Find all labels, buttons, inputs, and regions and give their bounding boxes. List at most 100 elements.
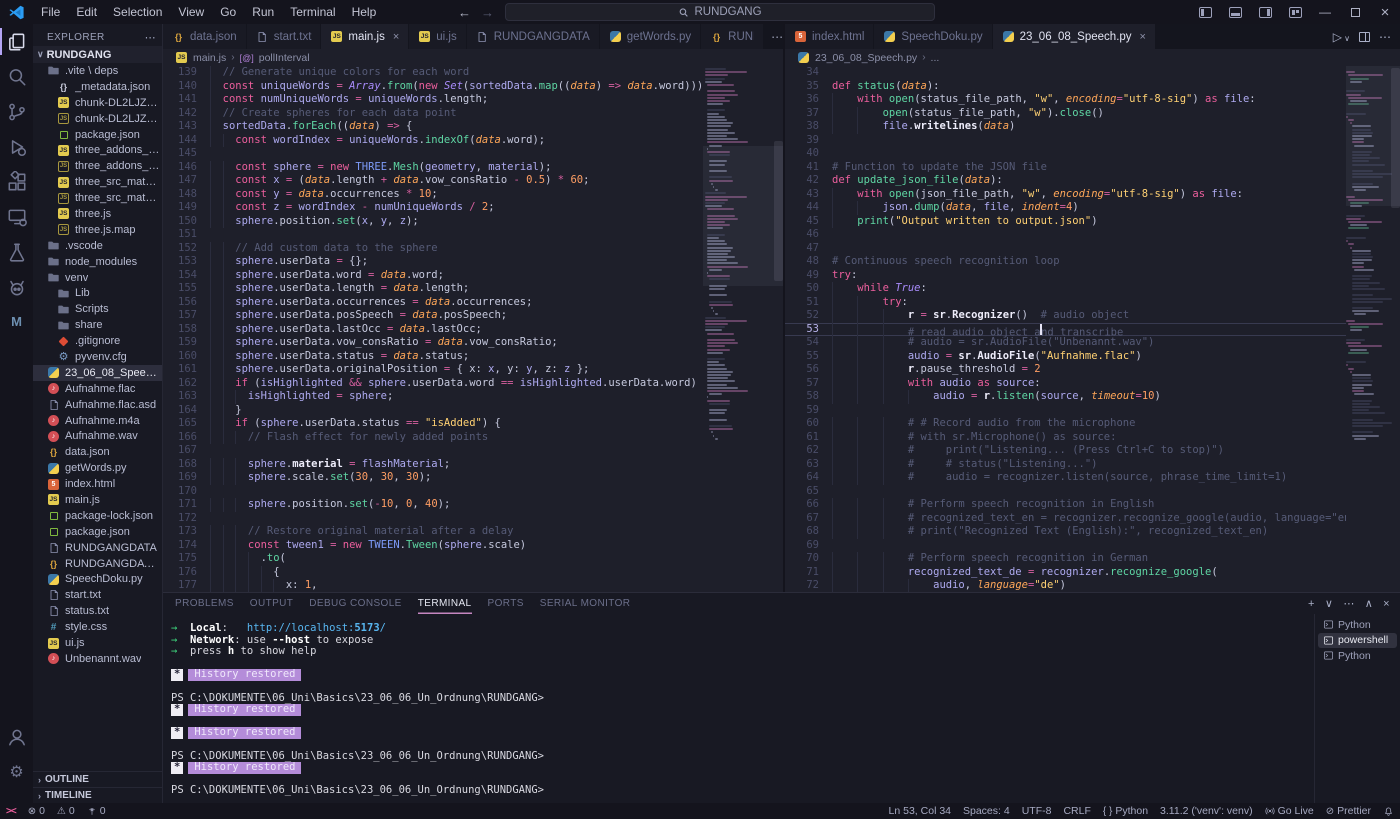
status-python[interactable]: { }Python	[1097, 803, 1154, 819]
status-0[interactable]: 0	[81, 803, 112, 819]
explorer-file-row[interactable]: package.json	[33, 127, 162, 143]
code-line[interactable]: 58audio = r.listen(source, timeout=10)	[785, 390, 1346, 404]
explorer-file-row[interactable]: JSmain.js	[33, 492, 162, 508]
minimize-button[interactable]: —	[1310, 0, 1340, 24]
code-line[interactable]: 142// Create spheres for each data point	[163, 107, 703, 121]
status-ln-53-col-34[interactable]: Ln 53, Col 34	[883, 803, 957, 819]
activity-m-extension[interactable]: M	[0, 304, 33, 339]
breadcrumb[interactable]: JSmain.js›[@]pollInterval	[163, 49, 783, 66]
code-line[interactable]: 147const x = (data.length + data.vow_con…	[163, 174, 703, 188]
code-line[interactable]: 172	[163, 512, 703, 526]
menu-view[interactable]: View	[170, 0, 212, 24]
terminal-output[interactable]: → Local: http://localhost:5173/→ Network…	[163, 614, 1314, 803]
code-line[interactable]: 46	[785, 228, 1346, 242]
explorer-file-row[interactable]: JSthree_src_math_Mat...	[33, 190, 162, 206]
breadcrumb[interactable]: 23_06_08_Speech.py›...	[785, 49, 1400, 66]
explorer-file-row[interactable]: JSthree.js	[33, 206, 162, 222]
more-actions-icon[interactable]: ⋯	[1379, 30, 1391, 44]
code-line[interactable]: 165if (sphere.userData.status == "isAdde…	[163, 417, 703, 431]
code-line[interactable]: 55audio = sr.AudioFile("Aufnahme.flac")	[785, 350, 1346, 364]
code-line[interactable]: 156sphere.userData.occurrences = data.oc…	[163, 296, 703, 310]
menu-go[interactable]: Go	[212, 0, 244, 24]
code-line[interactable]: 162if (isHighlighted && sphere.userData.…	[163, 377, 703, 391]
code-line[interactable]: 173// Restore original material after a …	[163, 525, 703, 539]
forward-arrow-icon[interactable]: →	[481, 5, 494, 20]
code-line[interactable]: 43with open(json_file_path, "w", encodin…	[785, 188, 1346, 202]
split-editor-icon[interactable]	[1359, 32, 1370, 42]
activity-search[interactable]	[0, 59, 33, 94]
menu-file[interactable]: File	[33, 0, 68, 24]
status-go-live[interactable]: Go Live	[1259, 803, 1320, 819]
status-bell[interactable]	[1377, 803, 1400, 819]
layout-panel-button[interactable]	[1220, 0, 1250, 24]
code-line[interactable]: 158sphere.userData.lastOcc = data.lastOc…	[163, 323, 703, 337]
explorer-file-row[interactable]: JSthree.js.map	[33, 222, 162, 238]
close-icon[interactable]: ×	[1140, 31, 1146, 43]
explorer-file-row[interactable]: JSthree_addons_contr...	[33, 142, 162, 158]
new-terminal-icon[interactable]: +	[1308, 598, 1315, 610]
activity-run-debug[interactable]	[0, 129, 33, 164]
explorer-file-row[interactable]: Aufnahme.flac.asd	[33, 397, 162, 413]
scrollbar-thumb[interactable]	[1391, 68, 1400, 208]
explorer-file-row[interactable]: JSthree_addons_contr...	[33, 158, 162, 174]
code-line[interactable]: 140const uniqueWords = Array.from(new Se…	[163, 80, 703, 94]
terminal-list-item[interactable]: Python	[1318, 648, 1397, 664]
activity-settings[interactable]: ⚙	[0, 754, 33, 789]
explorer-file-row[interactable]: .vscode	[33, 238, 162, 254]
code-line[interactable]: 59	[785, 404, 1346, 418]
status-remote[interactable]: ><	[0, 803, 22, 819]
tab-main.js[interactable]: JSmain.js×	[321, 24, 409, 49]
layout-grid-button[interactable]	[1280, 0, 1310, 24]
explorer-file-row[interactable]: package.json	[33, 524, 162, 540]
code-line[interactable]: 155sphere.userData.length = data.length;	[163, 282, 703, 296]
code-line[interactable]: 34	[785, 66, 1346, 80]
code-line[interactable]: 72audio, language="de")	[785, 579, 1346, 592]
code-line[interactable]: 68# print("Recognized Text (English):", …	[785, 525, 1346, 539]
explorer-file-row[interactable]: {}RUNDGANGDATA.json	[33, 556, 162, 572]
code-line[interactable]: 163isHighlighted = sphere;	[163, 390, 703, 404]
code-line[interactable]: 60# # Record audio from the microphone	[785, 417, 1346, 431]
code-line[interactable]: 159sphere.userData.vow_consRatio = data.…	[163, 336, 703, 350]
code-line[interactable]: 146const sphere = new THREE.Mesh(geometr…	[163, 161, 703, 175]
activity-source-control[interactable]	[0, 94, 33, 129]
explorer-file-row[interactable]: {}data.json	[33, 444, 162, 460]
explorer-file-row[interactable]: #style.css	[33, 619, 162, 635]
terminal-list-item[interactable]: Python	[1318, 617, 1397, 633]
explorer-file-row[interactable]: Lib	[33, 285, 162, 301]
explorer-file-row[interactable]: venv	[33, 270, 162, 286]
explorer-file-row[interactable]: JSchunk-DL2LJZVB.js....	[33, 111, 162, 127]
explorer-file-row[interactable]: ♪Unbenannt.wav	[33, 651, 162, 667]
more-icon[interactable]: ⋯	[1343, 597, 1354, 610]
maximize-icon[interactable]: ∧	[1365, 597, 1373, 610]
menu-selection[interactable]: Selection	[105, 0, 170, 24]
explorer-file-row[interactable]: {}_metadata.json	[33, 79, 162, 95]
code-editor[interactable]: 3435def status(data):36with open(status_…	[785, 66, 1400, 592]
panel-tab-debug-console[interactable]: DEBUG CONSOLE	[309, 593, 401, 614]
code-line[interactable]: 41# Function to update the JSON file	[785, 161, 1346, 175]
restore-button[interactable]	[1340, 0, 1370, 24]
code-line[interactable]: 44json.dump(data, file, indent=4)	[785, 201, 1346, 215]
tab-23_06_08_Speech.py[interactable]: 23_06_08_Speech.py×	[993, 24, 1156, 49]
tab-ui.js[interactable]: JSui.js	[409, 24, 466, 49]
code-line[interactable]: 49try:	[785, 269, 1346, 283]
explorer-file-row[interactable]: ♪Aufnahme.m4a	[33, 413, 162, 429]
code-line[interactable]: 150sphere.position.set(x, y, z);	[163, 215, 703, 229]
explorer-file-row[interactable]: ⚙pyvenv.cfg	[33, 349, 162, 365]
explorer-file-row[interactable]: status.txt	[33, 603, 162, 619]
breadcrumb-symbol[interactable]: ...	[931, 52, 940, 64]
code-line[interactable]: 40	[785, 147, 1346, 161]
code-line[interactable]: 169sphere.scale.set(30, 30, 30);	[163, 471, 703, 485]
code-line[interactable]: 70# Perform speech recognition in German	[785, 552, 1346, 566]
menu-terminal[interactable]: Terminal	[282, 0, 343, 24]
code-line[interactable]: 67# recognized_text_en = recognizer.reco…	[785, 512, 1346, 526]
explorer-file-row[interactable]: getWords.py	[33, 460, 162, 476]
tab-start.txt[interactable]: start.txt	[247, 24, 322, 49]
code-line[interactable]: 170	[163, 485, 703, 499]
tab-RUNDGANGDATA.json[interactable]: {}RUNDGANGDATA.json	[701, 24, 764, 49]
code-line[interactable]: 45print("Output written to output.json")	[785, 215, 1346, 229]
tab-RUNDGANGDATA[interactable]: RUNDGANGDATA	[467, 24, 600, 49]
scrollbar-thumb[interactable]	[774, 141, 783, 281]
code-line[interactable]: 69	[785, 539, 1346, 553]
explorer-file-row[interactable]: .gitignore	[33, 333, 162, 349]
command-center-search[interactable]: RUNDGANG	[505, 3, 935, 21]
